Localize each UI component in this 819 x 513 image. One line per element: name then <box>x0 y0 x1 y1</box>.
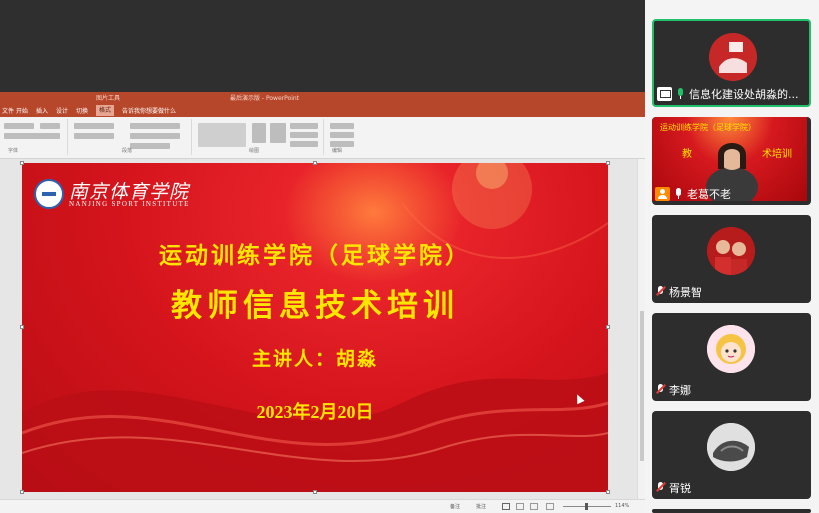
tab-insert[interactable]: 插入 <box>36 106 48 115</box>
slide-title-line2: 教师信息技术培训 <box>171 288 459 324</box>
reading-view-icon[interactable] <box>530 503 538 510</box>
resize-handle[interactable] <box>606 490 610 494</box>
participant-name: 杨景智 <box>669 285 702 299</box>
resize-handle[interactable] <box>606 325 610 329</box>
participant-name-bar: 李娜 <box>655 382 691 397</box>
participant-panel: 信息化建设处胡淼的... 运动训练学院（足球学院） 教 术培训 老葛不老 杨景智… <box>645 0 819 513</box>
picture-tools-label: 图片工具 <box>96 95 121 102</box>
avatar <box>707 423 755 471</box>
zoom-level[interactable]: 114% <box>615 503 629 509</box>
participant-name: 老葛不老 <box>687 187 731 201</box>
microphone-muted-icon[interactable] <box>655 383 666 396</box>
screen-share-icon <box>657 86 672 101</box>
resize-handle[interactable] <box>20 490 24 494</box>
avatar <box>707 325 755 373</box>
ppt-ribbon: 字体 段落 绘图 编辑 <box>0 117 645 159</box>
participant-tile[interactable]: 胥锐 <box>652 411 811 499</box>
normal-view-icon[interactable] <box>502 503 510 510</box>
ribbon-group-editing: 编辑 <box>326 119 362 155</box>
participant-name: 胥锐 <box>669 481 691 495</box>
participant-name-bar: 信息化建设处胡淼的... <box>657 86 799 101</box>
participant-tile[interactable]: 杨景智 <box>652 215 811 303</box>
resize-handle[interactable] <box>606 161 610 165</box>
user-icon <box>655 186 670 201</box>
tab-file[interactable]: 文件 <box>2 106 14 115</box>
ppt-status-bar: 备注 批注 114% <box>0 499 645 513</box>
ribbon-label-font: 字体 <box>8 148 19 154</box>
school-logo-icon <box>34 179 64 209</box>
avatar <box>707 227 755 275</box>
slide[interactable]: 南京体育学院 NANJING SPORT INSTITUTE 运动训练学院（足球… <box>22 163 608 492</box>
notes-button[interactable]: 备注 <box>450 503 460 510</box>
slide-background-swirls <box>22 163 608 492</box>
participant-name-bar: 杨景智 <box>655 284 702 299</box>
participant-tile[interactable]: 李娜 <box>652 313 811 401</box>
meeting-window: 图片工具 最后演示版 - PowerPoint 文件 开始 插入 设计 切换 动… <box>0 0 819 513</box>
slide-speaker: 主讲人：胡淼 <box>251 348 378 370</box>
ribbon-group-paragraph: 段落 <box>70 119 192 155</box>
tab-design[interactable]: 设计 <box>56 106 68 115</box>
scrollbar-thumb[interactable] <box>640 311 644 461</box>
ppt-ribbon-tabs: 文件 开始 插入 设计 切换 动画 格式 告诉我你想要做什么 <box>0 104 645 117</box>
comments-button[interactable]: 批注 <box>476 503 486 510</box>
microphone-icon[interactable] <box>673 187 684 200</box>
ribbon-group-clipboard: 字体 <box>0 119 68 155</box>
ribbon-label-drawing: 绘图 <box>249 148 260 154</box>
resize-handle[interactable] <box>20 325 24 329</box>
svg-text:运动训练学院（足球学院）: 运动训练学院（足球学院） <box>660 122 756 132</box>
resize-handle[interactable] <box>20 161 24 165</box>
ppt-title-bar: 图片工具 最后演示版 - PowerPoint <box>0 92 645 104</box>
participant-name: 李娜 <box>669 383 691 397</box>
participant-tile-partial <box>652 509 811 513</box>
shared-screen: 图片工具 最后演示版 - PowerPoint 文件 开始 插入 设计 切换 动… <box>0 0 645 513</box>
ribbon-label-editing: 编辑 <box>332 148 343 154</box>
slide-sorter-icon[interactable] <box>516 503 524 510</box>
shared-screen-top-area <box>0 0 645 92</box>
svg-text:术培训: 术培训 <box>762 147 792 160</box>
ribbon-group-drawing: 绘图 <box>194 119 324 155</box>
participant-name-bar: 老葛不老 <box>655 186 731 201</box>
resize-handle[interactable] <box>313 490 317 494</box>
participant-name: 信息化建设处胡淼的... <box>689 87 799 101</box>
participant-name-bar: 胥锐 <box>655 480 691 495</box>
vertical-scrollbar[interactable] <box>637 159 645 499</box>
slide-date: 2023年2月20日 <box>256 402 374 422</box>
school-name-en: NANJING SPORT INSTITUTE <box>69 200 190 208</box>
tell-me-search[interactable]: 告诉我你想要做什么 <box>122 106 176 115</box>
resize-handle[interactable] <box>313 161 317 165</box>
svg-text:教: 教 <box>682 147 692 160</box>
slide-title-line1: 运动训练学院（足球学院） <box>159 242 471 269</box>
participant-tile[interactable]: 运动训练学院（足球学院） 教 术培训 老葛不老 <box>652 117 811 205</box>
participant-tile[interactable]: 信息化建设处胡淼的... <box>652 19 811 107</box>
tab-home[interactable]: 开始 <box>16 106 28 115</box>
microphone-active-icon[interactable] <box>675 87 686 100</box>
avatar <box>709 33 757 81</box>
ppt-document-title: 最后演示版 - PowerPoint <box>230 95 300 102</box>
microphone-muted-icon[interactable] <box>655 285 666 298</box>
tab-format[interactable]: 格式 <box>96 105 115 116</box>
tab-transitions[interactable]: 切换 <box>76 106 88 115</box>
slideshow-icon[interactable] <box>546 503 554 510</box>
zoom-slider-knob[interactable] <box>585 503 588 510</box>
microphone-muted-icon[interactable] <box>655 481 666 494</box>
ribbon-label-paragraph: 段落 <box>122 148 133 154</box>
